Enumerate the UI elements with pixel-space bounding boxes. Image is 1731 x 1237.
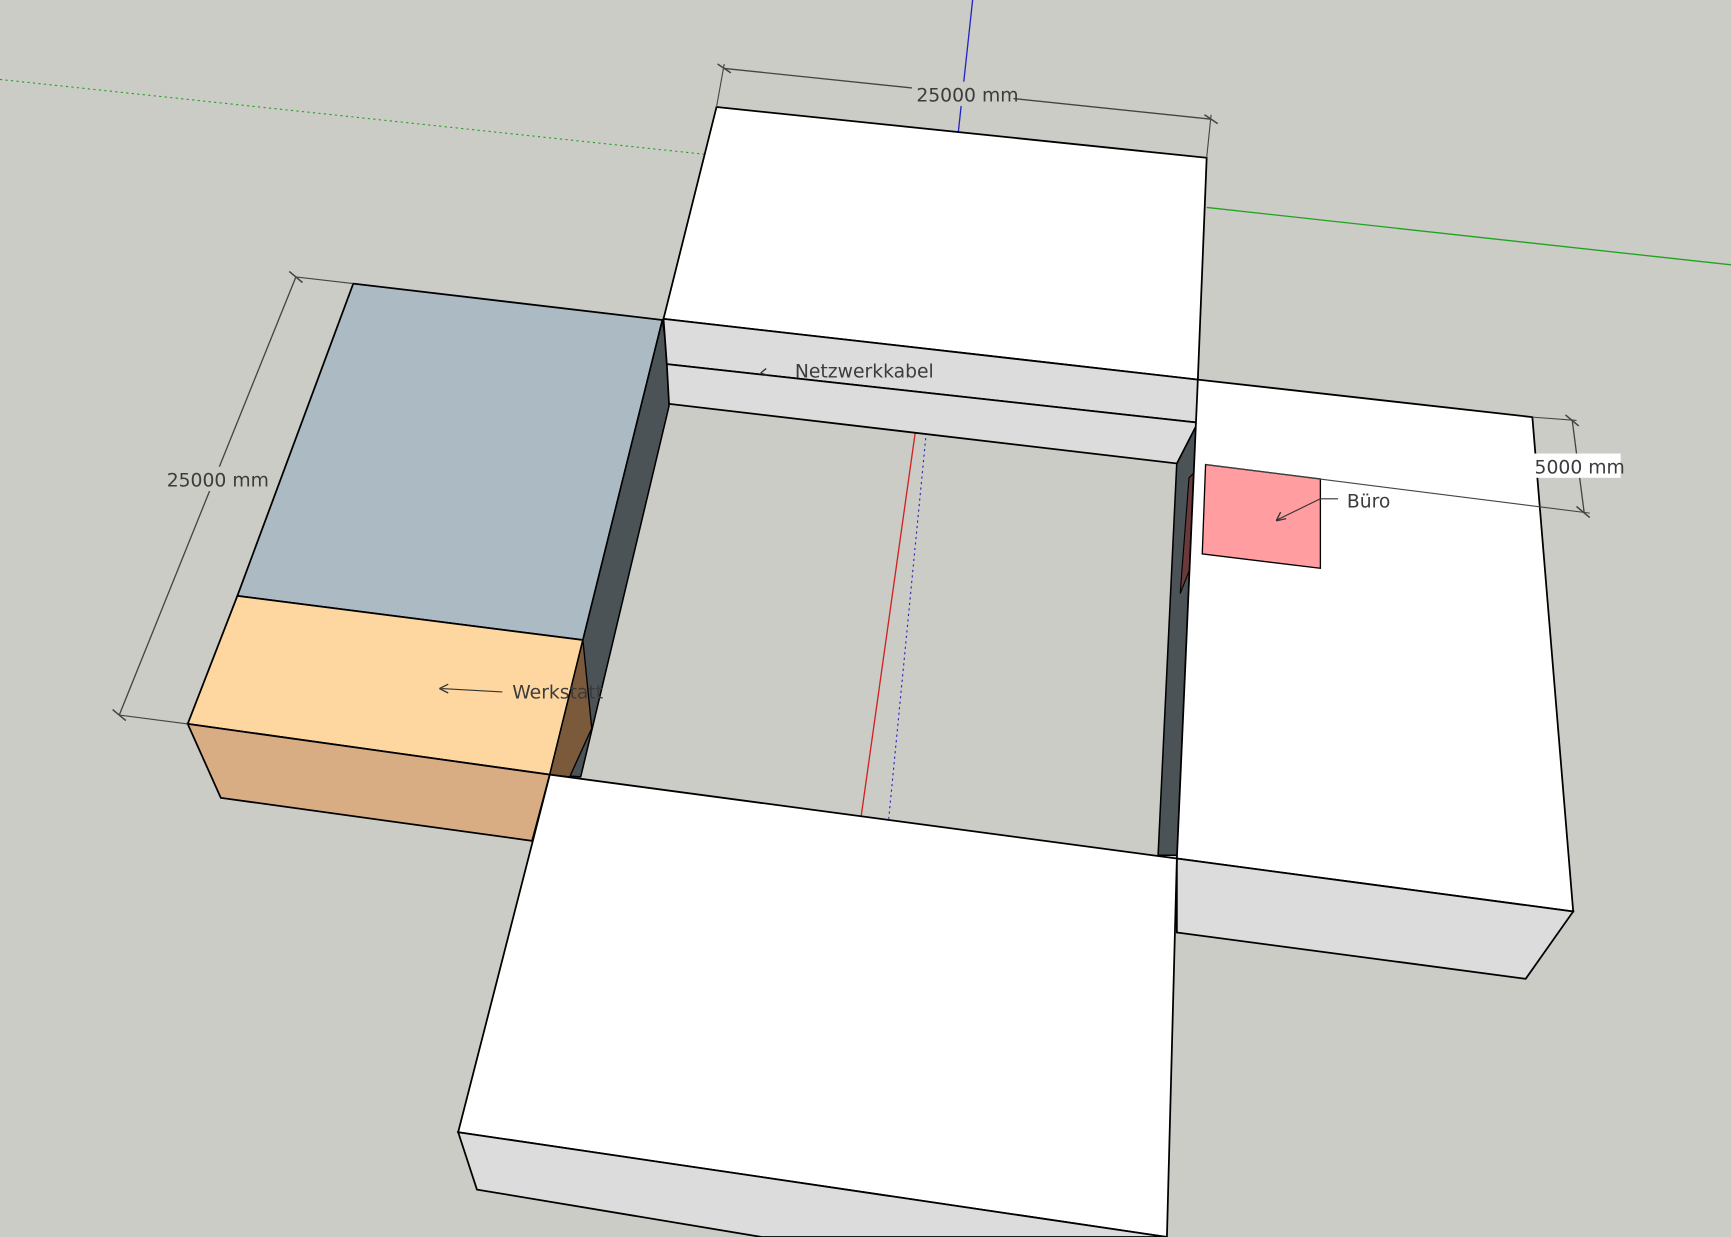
dimension-top-ext-right	[1206, 114, 1212, 158]
buero-label: Büro	[1347, 492, 1391, 513]
right-block-top-face[interactable]	[1175, 378, 1575, 913]
buero-square[interactable]	[1201, 463, 1322, 570]
red-axis-solid	[860, 432, 916, 817]
sketchup-viewport[interactable]: 25000 mm 25000 mm 5000 mm Netzwerkkabel …	[0, 0, 1731, 1237]
dimension-right-label: 5000 mm	[1535, 457, 1625, 478]
top-block[interactable]	[662, 106, 1208, 465]
dimension-left-ext-top	[295, 276, 354, 285]
dimension-left-ext-bottom	[119, 714, 188, 725]
dimension-left-label: 25000 mm	[167, 471, 269, 492]
green-axis-dotted	[0, 78, 707, 156]
green-axis-solid	[1206, 206, 1731, 266]
model-scene: 25000 mm 25000 mm 5000 mm Netzwerkkabel …	[0, 0, 1731, 1237]
dimension-top-ext-left	[715, 63, 725, 108]
bottom-block[interactable]	[456, 773, 1178, 1237]
right-block[interactable]	[1175, 378, 1575, 980]
dimension-top-label: 25000 mm	[916, 86, 1018, 107]
model-canvas[interactable]: 25000 mm 25000 mm 5000 mm Netzwerkkabel …	[0, 0, 1731, 1237]
netzwerkkabel-label: Netzwerkkabel	[795, 361, 934, 382]
blue-axis-solid	[957, 0, 974, 133]
werkstatt-label: Werkstatt	[512, 683, 603, 704]
